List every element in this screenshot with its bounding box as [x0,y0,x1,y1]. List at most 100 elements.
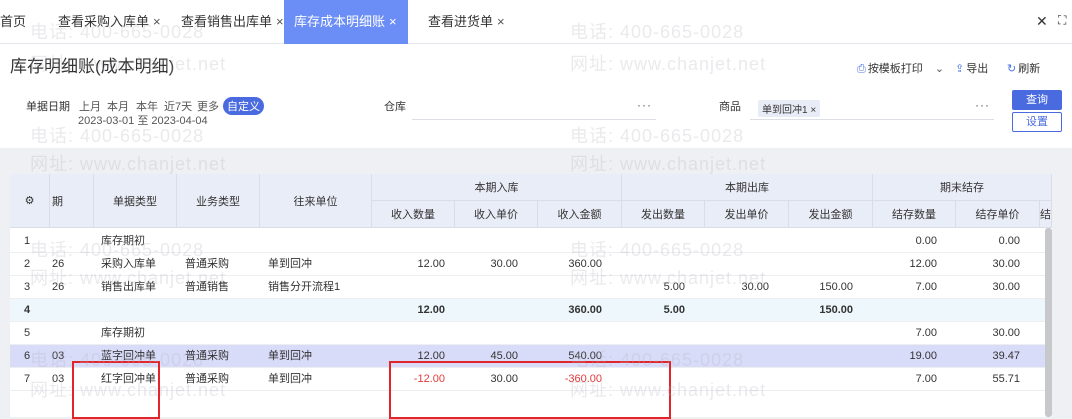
product-label: 商品 [719,101,741,113]
cell-out-amount [789,322,853,345]
col-out-amount: 发出金额 [789,201,873,228]
cell-date [52,230,92,253]
tab-bar: 首页 查看采购入库单 × 查看销售出库单 × 库存成本明细账 × 查看进货单 × ✕ ⛶ [0,0,1072,44]
cell-date [52,299,92,322]
warehouse-label: 仓库 [384,101,406,113]
fullscreen-icon[interactable]: ⛶ [1058,13,1066,28]
col-date: 期 [50,174,94,228]
tab-label: 查看销售出库单 [181,14,273,29]
tab-label: 首页 [0,14,27,29]
cell-biz-type [177,230,260,253]
cell-doc-type [93,299,177,322]
close-icon[interactable]: × [389,14,397,29]
table-row[interactable]: 2 26 采购入库单 普通采购 单到回冲 12.00 30.00 360.00 12.00 30.… [10,253,1052,276]
cell-partner: 销售分开流程1 [268,281,341,293]
cell-doc-type: 库存期初 [101,327,145,339]
col-doc-type: 单据类型 [94,174,177,228]
table-row[interactable]: 5 库存期初 7.00 30.00 [10,322,1052,345]
cell-out-amount [789,253,853,276]
cell-doc-type: 销售出库单 [101,281,156,293]
tab-label: 查看采购入库单 [58,14,150,29]
tab-label: 查看进货单 [428,14,494,29]
tab-home[interactable]: 首页 [0,0,42,44]
export-label: 导出 [966,63,989,75]
quick-custom[interactable]: 自定义 [223,97,264,115]
highlight-box-in-values [389,361,671,419]
product-field[interactable]: 单到回冲1 × ··· [750,98,994,120]
cell-in-qty: 12.00 [417,304,445,316]
cell-end-price: 30.00 [992,327,1020,339]
column-settings-icon[interactable]: ⚙ [10,174,50,228]
cell-no: 1 [24,235,31,247]
col-partner: 往来单位 [260,174,372,228]
table-row[interactable]: 4 12.00 360.00 5.00 150.00 [10,299,1052,322]
table-header: ⚙ 期 单据类型 业务类型 往来单位 本期入库 本期出库 期末结存 收入数量 收… [10,174,1052,228]
close-icon[interactable]: × [276,14,284,29]
cell-end-qty: 0.00 [915,235,937,247]
cell-out-amount [789,345,853,368]
cell-end-price [956,299,1020,322]
cell-out-price [705,253,769,276]
cell-in-amount [538,276,602,299]
cell-doc-type: 库存期初 [101,235,145,247]
cell-partner [260,230,372,253]
tab-purchase-receipt[interactable]: 查看采购入库单 × [48,0,166,44]
cell-no: 4 [24,304,31,316]
cell-end-price: 0.00 [998,235,1020,247]
cell-out-amount [789,368,853,391]
cell-end-qty: 7.00 [915,327,937,339]
col-group-out: 本期出库 [622,174,873,201]
export-button[interactable]: ⇪ 导出 [955,60,988,76]
cell-out-amount: 150.00 [819,281,853,293]
print-template-button[interactable]: ⎙ 按模板打印 ⌄ [857,60,944,76]
col-group-in: 本期入库 [372,174,622,201]
cell-out-price [705,299,769,322]
cell-in-amount: 360.00 [568,258,602,270]
cell-biz-type: 普通采购 [185,373,229,385]
cell-out-amount [789,230,853,253]
col-out-price: 发出单价 [705,201,789,228]
cell-partner: 单到回冲 [268,350,312,362]
query-button[interactable]: 查询 [1012,90,1062,110]
cell-out-qty: 5.00 [663,281,685,293]
more-dots-icon[interactable]: ··· [637,98,652,112]
refresh-button[interactable]: ↻ 刷新 [1007,60,1040,76]
date-range[interactable]: 2023-03-01 至 2023-04-04 [78,112,208,128]
product-tag[interactable]: 单到回冲1 × [758,100,821,117]
cell-out-qty [622,253,685,276]
warehouse-field[interactable]: ··· [412,98,656,120]
table-row[interactable]: 3 26 销售出库单 普通销售 销售分开流程1 5.00 30.00 150.00 7.00 30… [10,276,1052,299]
cell-in-qty: 12.00 [417,258,445,270]
cell-biz-type: 普通销售 [185,281,229,293]
print-label: 按模板打印 [867,63,923,75]
settings-button[interactable]: 设置 [1012,112,1062,132]
chevron-down-icon[interactable]: ⌄ [935,63,944,75]
cell-out-qty [622,322,685,345]
cell-partner: 单到回冲 [268,258,312,270]
more-dots-icon[interactable]: ··· [975,98,990,112]
cell-no: 3 [24,281,31,293]
cell-date [52,322,92,345]
cell-out-price: 30.00 [741,281,769,293]
table-row[interactable]: 1 库存期初 0.00 0.00 [10,230,1052,253]
tab-inventory-cost-ledger[interactable]: 库存成本明细账 × [284,0,408,44]
close-icon[interactable]: × [153,14,161,29]
col-in-qty: 收入数量 [372,201,455,228]
close-icon[interactable]: × [497,14,505,29]
cell-out-price [705,322,769,345]
filter-panel: 单据日期 上月 本月 本年 近7天 更多 自定义 2023-03-01 至 20… [0,84,1072,148]
cell-end-qty [873,299,937,322]
vertical-scrollbar[interactable] [1045,228,1052,417]
cell-no: 6 [24,350,31,362]
cell-end-price: 30.00 [992,258,1020,270]
cell-end-qty: 7.00 [915,373,937,385]
tab-sales-issue[interactable]: 查看销售出库单 × [171,0,284,44]
cell-no: 2 [24,258,31,270]
refresh-label: 刷新 [1018,63,1041,75]
cell-biz-type: 普通采购 [185,350,229,362]
tab-purchase-order[interactable]: 查看进货单 × [418,0,508,44]
close-all-icon[interactable]: ✕ [1036,13,1048,30]
cell-out-qty: 5.00 [663,304,685,316]
cell-in-amount: 360.00 [568,304,602,316]
cell-doc-type: 采购入库单 [101,258,156,270]
